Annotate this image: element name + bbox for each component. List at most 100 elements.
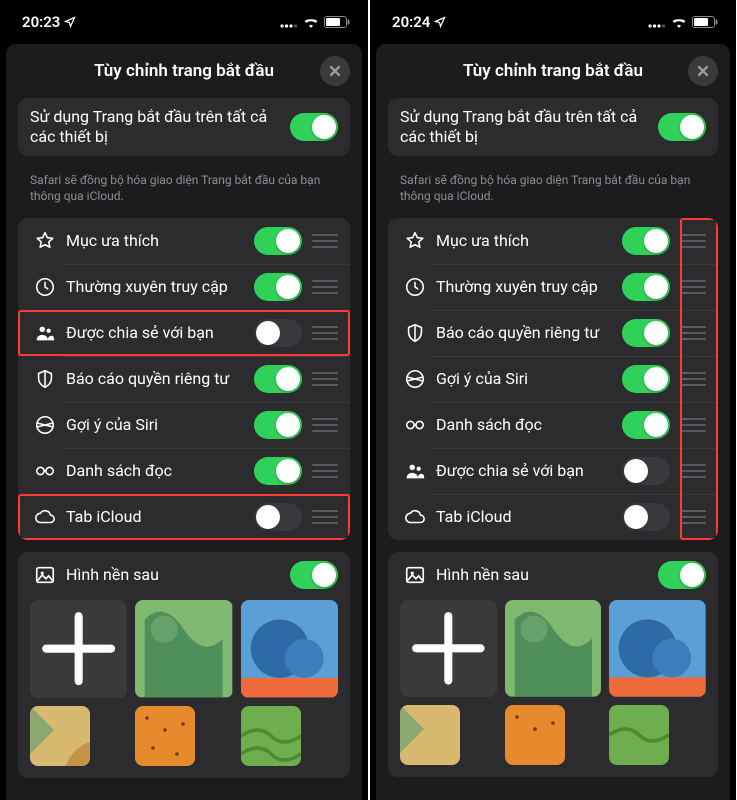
signal-icon xyxy=(648,16,666,28)
drag-handle-icon[interactable] xyxy=(312,277,338,297)
option-row: Mục ưa thích xyxy=(18,218,350,264)
drag-handle-icon[interactable] xyxy=(680,231,706,251)
wallpaper-thumb[interactable] xyxy=(135,706,195,766)
drag-handle-icon[interactable] xyxy=(312,507,338,527)
option-row: Danh sách đọc xyxy=(388,402,718,448)
star-icon xyxy=(400,230,430,252)
wallpaper-section: Hình nền sau xyxy=(388,552,718,777)
image-icon xyxy=(400,564,430,586)
wallpaper-grid xyxy=(388,600,718,777)
drag-handle-icon[interactable] xyxy=(680,277,706,297)
image-icon xyxy=(30,564,60,586)
close-button[interactable] xyxy=(688,56,718,86)
wifi-icon xyxy=(671,16,687,28)
option-row: Được chia sẻ với bạn xyxy=(388,448,718,494)
option-row: Báo cáo quyền riêng tư xyxy=(18,356,350,402)
drag-handle-icon[interactable] xyxy=(312,369,338,389)
wallpaper-thumb[interactable] xyxy=(135,600,232,697)
wallpaper-toggle[interactable] xyxy=(290,561,338,589)
wallpaper-thumb[interactable] xyxy=(609,705,669,765)
siri-icon xyxy=(400,368,430,390)
location-icon xyxy=(64,16,76,28)
drag-handle-icon[interactable] xyxy=(312,415,338,435)
option-label: Gợi ý của Siri xyxy=(436,369,622,389)
people-icon xyxy=(400,460,430,482)
option-label: Được chia sẻ với bạn xyxy=(436,461,622,481)
sheet-header: Tùy chỉnh trang bắt đầu xyxy=(6,44,362,98)
wallpaper-row: Hình nền sau xyxy=(388,552,718,598)
phone-right: 20:24 Tùy chỉnh trang bắt đầu Sử dụng Tr… xyxy=(368,0,736,800)
close-icon xyxy=(697,65,709,77)
shield-icon xyxy=(30,368,60,390)
settings-sheet: Tùy chỉnh trang bắt đầu Sử dụng Trang bắ… xyxy=(376,44,730,800)
option-toggle[interactable] xyxy=(622,273,670,301)
drag-handle-icon[interactable] xyxy=(680,369,706,389)
options-section: Mục ưa thíchThường xuyên truy cậpBáo cáo… xyxy=(388,218,718,540)
wallpaper-thumb[interactable] xyxy=(241,706,301,766)
option-toggle[interactable] xyxy=(254,319,302,347)
option-label: Tab iCloud xyxy=(436,507,622,527)
plus-icon xyxy=(30,600,127,697)
wallpaper-label: Hình nền sau xyxy=(66,565,290,585)
option-toggle[interactable] xyxy=(254,503,302,531)
wifi-icon xyxy=(303,16,319,28)
star-icon xyxy=(30,230,60,252)
option-label: Gợi ý của Siri xyxy=(66,415,254,435)
sheet-title: Tùy chỉnh trang bắt đầu xyxy=(463,61,643,81)
wallpaper-label: Hình nền sau xyxy=(436,565,658,585)
cloud-icon xyxy=(30,506,60,528)
option-row: Thường xuyên truy cập xyxy=(388,264,718,310)
sync-toggle[interactable] xyxy=(658,113,706,141)
cloud-icon xyxy=(400,506,430,528)
wallpaper-thumb[interactable] xyxy=(505,705,565,765)
option-row: Tab iCloud xyxy=(18,494,350,540)
clock-icon xyxy=(30,276,60,298)
option-toggle[interactable] xyxy=(254,273,302,301)
drag-handle-icon[interactable] xyxy=(312,231,338,251)
sync-row: Sử dụng Trang bắt đầu trên tất cả các th… xyxy=(388,98,718,156)
siri-icon xyxy=(30,414,60,436)
wallpaper-thumb[interactable] xyxy=(400,705,460,765)
wallpaper-toggle[interactable] xyxy=(658,561,706,589)
sync-row: Sử dụng Trang bắt đầu trên tất cả các th… xyxy=(18,98,350,156)
sync-note: Safari sẽ đồng bộ hóa giao diện Trang bắ… xyxy=(376,168,730,218)
wallpaper-thumb[interactable] xyxy=(505,600,602,697)
close-button[interactable] xyxy=(320,56,350,86)
status-bar: 20:23 xyxy=(0,0,368,44)
glasses-icon xyxy=(30,460,60,482)
option-row: Tab iCloud xyxy=(388,494,718,540)
option-toggle[interactable] xyxy=(622,365,670,393)
wallpaper-add[interactable] xyxy=(30,600,127,697)
drag-handle-icon[interactable] xyxy=(312,461,338,481)
sync-note: Safari sẽ đồng bộ hóa giao diện Trang bắ… xyxy=(6,168,362,218)
option-toggle[interactable] xyxy=(254,227,302,255)
people-icon xyxy=(30,322,60,344)
drag-handle-icon[interactable] xyxy=(680,461,706,481)
drag-handle-icon[interactable] xyxy=(680,415,706,435)
signal-icon xyxy=(280,16,298,28)
option-toggle[interactable] xyxy=(254,411,302,439)
sheet-title: Tùy chỉnh trang bắt đầu xyxy=(94,61,274,81)
sync-toggle[interactable] xyxy=(290,113,338,141)
drag-handle-icon[interactable] xyxy=(312,323,338,343)
wallpaper-thumb[interactable] xyxy=(609,600,706,697)
drag-handle-icon[interactable] xyxy=(680,507,706,527)
option-toggle[interactable] xyxy=(622,411,670,439)
battery-icon xyxy=(324,16,350,28)
option-label: Báo cáo quyền riêng tư xyxy=(436,323,622,343)
wallpaper-thumb[interactable] xyxy=(30,706,90,766)
option-label: Thường xuyên truy cập xyxy=(436,277,622,297)
settings-sheet: Tùy chỉnh trang bắt đầu Sử dụng Trang bắ… xyxy=(6,44,362,800)
drag-handle-icon[interactable] xyxy=(680,323,706,343)
option-label: Thường xuyên truy cập xyxy=(66,277,254,297)
wallpaper-thumb[interactable] xyxy=(241,600,338,697)
option-toggle[interactable] xyxy=(622,319,670,347)
option-toggle[interactable] xyxy=(254,457,302,485)
option-row: Được chia sẻ với bạn xyxy=(18,310,350,356)
option-toggle[interactable] xyxy=(622,227,670,255)
option-toggle[interactable] xyxy=(622,457,670,485)
option-toggle[interactable] xyxy=(622,503,670,531)
wallpaper-add[interactable] xyxy=(400,600,497,697)
option-toggle[interactable] xyxy=(254,365,302,393)
location-icon xyxy=(434,16,446,28)
